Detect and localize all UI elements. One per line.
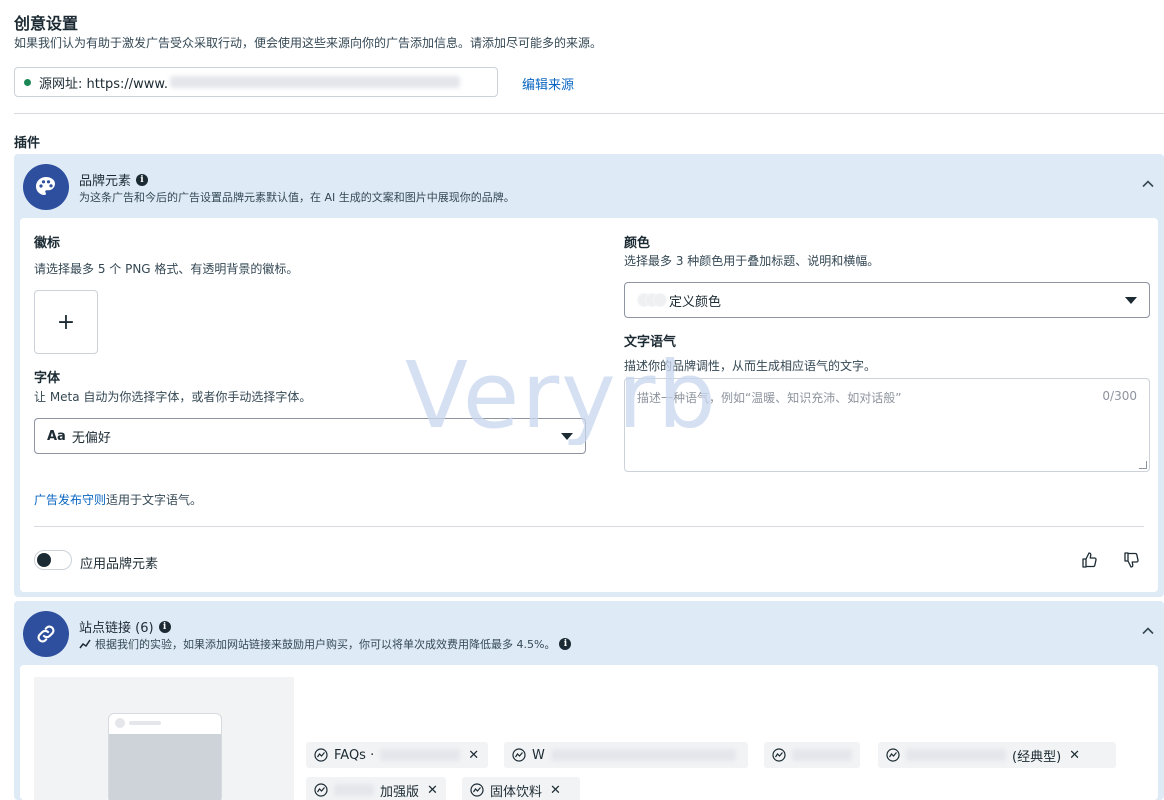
chevron-up-icon[interactable]: [1140, 176, 1156, 192]
brand-panel-title: 品牌元素 i: [79, 170, 149, 189]
site-link-chip[interactable]: [764, 742, 860, 768]
site-link-chip[interactable]: 固体饮料 ✕: [462, 777, 580, 800]
status-dot-icon: [24, 78, 31, 86]
font-select[interactable]: Aa 无偏好: [34, 418, 586, 454]
font-value: 无偏好: [71, 430, 111, 446]
link-icon: [23, 611, 69, 657]
tone-hint: 描述你的品牌调性，从而生成相应语气的文字。: [624, 359, 877, 373]
info-icon[interactable]: i: [158, 620, 171, 633]
site-link-icon: [470, 783, 484, 797]
ad-rules-link[interactable]: 广告发布守则: [34, 493, 106, 507]
site-link-icon: [772, 748, 786, 762]
site-link-chip[interactable]: 加强版 ✕: [306, 777, 446, 800]
redacted-text: [334, 784, 374, 796]
brand-elements-panel: 品牌元素 i 为这条广告和今后的广告设置品牌元素默认值，在 AI 生成的文案和图…: [14, 154, 1164, 597]
phone-mockup: [108, 713, 222, 800]
redacted-text: [550, 749, 736, 761]
chip-label: W: [532, 747, 545, 763]
palette-icon: [23, 164, 69, 210]
chip-label: FAQs ·: [334, 747, 375, 763]
info-icon[interactable]: i: [136, 173, 149, 186]
info-icon[interactable]: i: [559, 638, 572, 650]
chip-label: 加强版: [380, 784, 420, 800]
color-swatches: [637, 293, 667, 307]
brand-panel-title-text: 品牌元素: [79, 174, 132, 189]
brand-panel-body: 徽标 请选择最多 5 个 PNG 格式、有透明背景的徽标。 + 字体 让 Met…: [20, 218, 1158, 592]
trend-icon: [79, 639, 91, 649]
rules-line: 广告发布守则适用于文字语气。: [34, 491, 202, 508]
divider: [34, 526, 1144, 527]
color-value: 定义颜色: [669, 294, 722, 310]
apply-brand-label: 应用品牌元素: [80, 557, 159, 572]
redacted-text: [906, 749, 1006, 761]
site-panel-title-text: 站点链接 (6): [79, 621, 154, 636]
site-panel-title: 站点链接 (6) i: [79, 617, 171, 636]
redacted-url: [169, 76, 460, 88]
remove-chip-icon[interactable]: ✕: [550, 783, 561, 798]
font-prefix: Aa: [47, 428, 66, 444]
redacted-text: [380, 749, 461, 761]
source-url-field[interactable]: 源网址: https://www.: [14, 67, 498, 97]
chip-label: (经典型): [1012, 749, 1062, 765]
site-link-icon: [314, 783, 328, 797]
page-subtitle: 如果我们认为有助于激发广告受众采取行动，便会使用这些来源向你的广告添加信息。请添…: [14, 36, 603, 50]
rules-suffix: 适用于文字语气。: [106, 493, 203, 507]
caret-down-icon: [1125, 297, 1137, 304]
remove-chip-icon[interactable]: ✕: [427, 783, 438, 798]
font-heading: 字体: [34, 371, 61, 386]
font-hint: 让 Meta 自动为你选择字体，或者你手动选择字体。: [34, 390, 312, 404]
chevron-up-icon[interactable]: [1140, 623, 1156, 639]
color-select[interactable]: 定义颜色: [624, 282, 1150, 318]
redacted-text: [792, 749, 852, 761]
chip-label: 固体饮料: [490, 784, 543, 800]
add-logo-button[interactable]: +: [34, 290, 98, 354]
tone-char-counter: 0/300: [1102, 389, 1137, 403]
color-hint: 选择最多 3 种颜色用于叠加标题、说明和横幅。: [624, 254, 880, 268]
site-link-icon: [314, 748, 328, 762]
remove-chip-icon[interactable]: ✕: [468, 748, 479, 763]
tone-heading: 文字语气: [624, 335, 677, 350]
site-link-icon: [886, 748, 900, 762]
ad-preview: [34, 677, 294, 800]
site-link-chip[interactable]: (经典型) ✕: [878, 742, 1116, 768]
logo-heading: 徽标: [34, 236, 61, 251]
resize-handle-icon[interactable]: [1139, 461, 1147, 469]
site-panel-desc-text: 根据我们的实验，如果添加网站链接来鼓励用户购买，你可以将单次成效费用降低最多 4…: [95, 638, 556, 651]
logo-hint: 请选择最多 5 个 PNG 格式、有透明背景的徽标。: [34, 262, 299, 276]
divider: [14, 113, 1164, 114]
plugins-heading: 插件: [14, 136, 41, 151]
tone-placeholder: 描述一种语气，例如“温暖、知识充沛、如对话般”: [637, 391, 902, 405]
tone-textarea[interactable]: 描述一种语气，例如“温暖、知识充沛、如对话般” 0/300: [624, 378, 1150, 472]
site-panel-desc: 根据我们的实验，如果添加网站链接来鼓励用户购买，你可以将单次成效费用降低最多 4…: [79, 636, 572, 652]
remove-chip-icon[interactable]: ✕: [1069, 748, 1080, 763]
thumbs-down-icon[interactable]: [1122, 550, 1142, 570]
caret-down-icon: [561, 433, 573, 440]
apply-brand-toggle[interactable]: [34, 550, 72, 570]
color-heading: 颜色: [624, 236, 651, 251]
brand-panel-desc: 为这条广告和今后的广告设置品牌元素默认值，在 AI 生成的文案和图片中展现你的品…: [79, 191, 515, 204]
edit-source-link[interactable]: 编辑来源: [522, 74, 574, 93]
page-title: 创意设置: [14, 14, 79, 33]
site-link-chip[interactable]: W: [504, 742, 748, 768]
site-link-icon: [512, 748, 526, 762]
site-link-chip[interactable]: FAQs · ✕: [306, 742, 488, 768]
thumbs-up-icon[interactable]: [1080, 550, 1100, 570]
site-links-panel: 站点链接 (6) i 根据我们的实验，如果添加网站链接来鼓励用户购买，你可以将单…: [14, 601, 1164, 800]
source-url-text: 源网址: https://www.: [39, 76, 168, 92]
site-panel-body: FAQs · ✕ W (经典型) ✕ 加强版 ✕ 固体饮料 ✕: [20, 665, 1158, 800]
toggle-knob: [37, 553, 51, 567]
